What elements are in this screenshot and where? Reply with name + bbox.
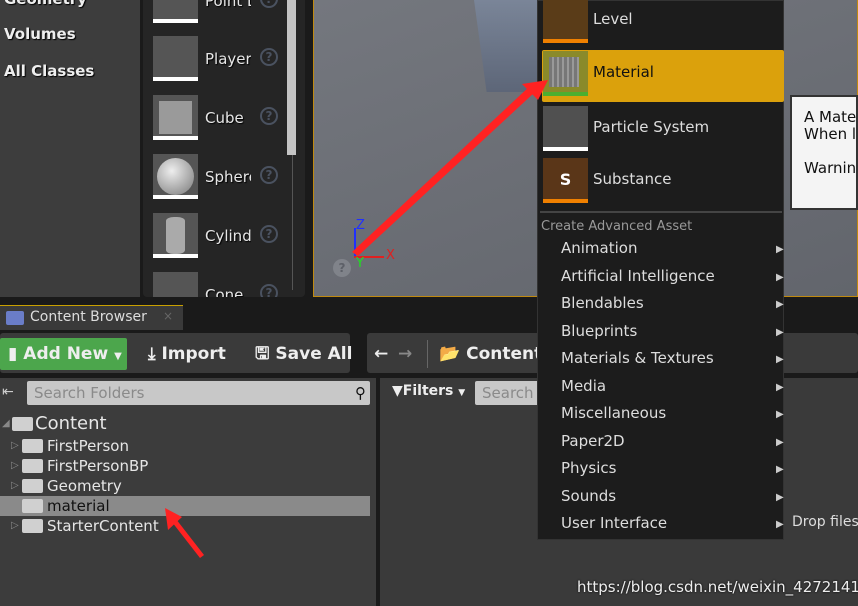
annotation-arrows bbox=[165, 80, 548, 558]
red-arrow-annotation bbox=[172, 519, 204, 558]
watermark: https://blog.csdn.net/weixin_42721412 bbox=[577, 578, 858, 596]
red-arrow-annotation bbox=[352, 86, 535, 256]
